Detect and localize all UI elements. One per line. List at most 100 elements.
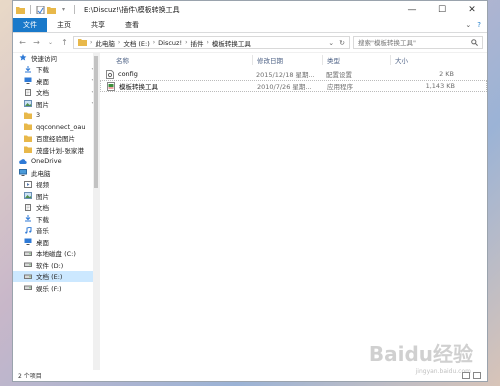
nav-item-label: 快速访问 — [31, 54, 57, 63]
nav-item[interactable]: 本地磁盘 (C:) — [13, 248, 99, 260]
nav-item[interactable]: 文档 (E:) — [13, 270, 99, 282]
column-size[interactable]: 大小 — [390, 55, 460, 65]
nav-item[interactable]: 文档✦ — [13, 87, 99, 99]
nav-item-label: 下载 — [36, 215, 49, 224]
column-name[interactable]: 名称 — [100, 55, 252, 65]
customize-toolbar-icon[interactable]: ▾ — [58, 6, 69, 13]
recent-locations-icon[interactable]: ⌄ — [45, 39, 56, 46]
new-folder-icon[interactable] — [47, 6, 56, 14]
nav-item-label: qqconnect_oau — [36, 122, 86, 131]
tab-view[interactable]: 查看 — [115, 18, 149, 32]
file-row[interactable]: config 2015/12/18 星期... 配置设置 2 KB — [100, 68, 487, 80]
scrollbar-thumb[interactable] — [94, 56, 98, 188]
file-list: 名称 修改日期 类型 大小 config 2015/12/18 星期... 配置… — [100, 52, 487, 370]
nav-item[interactable]: 桌面✦ — [13, 75, 99, 87]
nav-item[interactable]: 图片✦ — [13, 98, 99, 110]
search-icon[interactable] — [471, 39, 478, 46]
file-type: 配置设置 — [326, 71, 352, 79]
nav-item[interactable]: 快速访问 — [13, 52, 99, 64]
nav-item-label: 桌面 — [36, 77, 49, 86]
nav-item[interactable]: 视频 — [13, 179, 99, 191]
baidu-watermark: Baidu经验 — [368, 342, 473, 366]
nav-item[interactable]: 3 — [13, 110, 99, 122]
nav-item[interactable]: 软件 (D:) — [13, 259, 99, 271]
breadcrumb-current[interactable]: 模板转换工具 — [212, 38, 251, 48]
nav-item[interactable]: 下载✦ — [13, 64, 99, 76]
quick-access-toolbar: ▾ — [13, 5, 78, 14]
file-size: 1,143 KB — [425, 82, 455, 90]
address-dropdown-icon[interactable]: ⌄ — [328, 39, 334, 47]
navigation-pane: 快速访问下载✦桌面✦文档✦图片✦3 qqconnect_oau 百度经验图片茂盛计划… — [13, 52, 100, 370]
nav-item[interactable]: 桌面 — [13, 236, 99, 248]
breadcrumb-separator[interactable]: › — [185, 39, 187, 46]
nav-item[interactable]: qqconnect_oau — [13, 121, 99, 133]
nav-item-label: 文档 (E:) — [36, 273, 63, 282]
tab-home[interactable]: 主页 — [47, 18, 81, 32]
nav-item[interactable]: 百度经验图片 — [13, 133, 99, 145]
breadcrumb-separator[interactable]: › — [206, 39, 208, 46]
nav-item-label: 娱乐 (F:) — [36, 284, 62, 293]
properties-icon[interactable] — [36, 5, 45, 14]
expand-ribbon-icon[interactable]: ⌄ — [465, 21, 471, 29]
file-row[interactable]: 模板转换工具 2010/7/26 星期... 应用程序 1,143 KB — [100, 80, 487, 92]
file-name-cell: 模板转换工具 — [101, 81, 253, 91]
nav-item-label: 文档 — [36, 204, 49, 213]
breadcrumb-drive-e[interactable]: 文档 (E:) — [123, 38, 149, 48]
nav-item[interactable]: 此电脑 — [13, 167, 99, 179]
breadcrumb-separator[interactable]: › — [153, 39, 155, 46]
file-size: 2 KB — [439, 70, 454, 78]
search-input[interactable] — [358, 38, 468, 47]
nav-item-label: 本地磁盘 (C:) — [36, 250, 76, 259]
tab-share[interactable]: 共享 — [81, 18, 115, 32]
computer-icon — [19, 169, 27, 177]
nav-item-label: 3 — [36, 111, 41, 120]
nav-item-label: 音乐 — [36, 227, 49, 236]
column-type[interactable]: 类型 — [322, 55, 390, 65]
nav-item[interactable]: 娱乐 (F:) — [13, 282, 99, 294]
drive-icon — [24, 273, 32, 280]
help-icon[interactable]: ? — [477, 21, 481, 29]
nav-item-label: 此电脑 — [31, 169, 51, 178]
maximize-button[interactable]: ☐ — [427, 1, 457, 18]
baidu-watermark-url: jingyan.baidu.com — [415, 368, 471, 375]
breadcrumb-plugins[interactable]: 插件 — [190, 38, 203, 48]
folder-icon — [16, 6, 25, 14]
download-icon — [24, 215, 32, 222]
search-box[interactable] — [353, 36, 483, 49]
up-icon[interactable]: ↑ — [59, 38, 70, 47]
nav-item[interactable]: 下载 — [13, 213, 99, 225]
nav-item-label: 图片 — [36, 192, 49, 201]
column-date-modified[interactable]: 修改日期 — [252, 55, 322, 65]
nav-item-label: 下载 — [36, 66, 49, 75]
address-bar[interactable]: › 此电脑 › 文档 (E:) › Discuz! › 插件 › 模板转换工具 … — [73, 36, 350, 49]
minimize-button[interactable]: — — [397, 1, 427, 18]
address-actions: ⌄ ↻ — [328, 39, 345, 47]
back-icon[interactable]: ← — [17, 38, 28, 47]
nav-item[interactable]: 图片 — [13, 190, 99, 202]
nav-item[interactable]: 音乐 — [13, 225, 99, 237]
item-count: 2 个项目 — [18, 373, 42, 380]
breadcrumb-this-pc[interactable]: 此电脑 — [95, 38, 115, 48]
explorer-body: 快速访问下载✦桌面✦文档✦图片✦3 qqconnect_oau 百度经验图片茂盛计划… — [13, 52, 487, 370]
close-button[interactable]: ✕ — [457, 1, 487, 18]
large-icons-view-icon[interactable] — [473, 372, 481, 379]
nav-item[interactable]: 茂盛计划-张家港 — [13, 144, 99, 156]
refresh-icon[interactable]: ↻ — [339, 39, 345, 47]
cloud-icon — [19, 158, 27, 165]
breadcrumb-discuz[interactable]: Discuz! — [158, 39, 182, 47]
tab-file[interactable]: 文件 — [13, 18, 47, 32]
folder-icon — [24, 112, 32, 119]
forward-icon[interactable]: → — [31, 38, 42, 47]
video-icon — [24, 180, 32, 188]
navigation-bar: ← → ⌄ ↑ › 此电脑 › 文档 (E:) › Discuz! › 插件 ›… — [13, 33, 487, 53]
file-type: 应用程序 — [327, 83, 353, 91]
breadcrumb-separator[interactable]: › — [118, 39, 120, 46]
nav-item-label: 桌面 — [36, 238, 49, 247]
nav-scrollbar[interactable] — [93, 52, 99, 370]
nav-item[interactable]: OneDrive — [13, 156, 99, 168]
nav-item[interactable]: 文档 — [13, 202, 99, 214]
star-icon — [19, 54, 27, 61]
window-controls: — ☐ ✕ — [397, 1, 487, 18]
title-bar: ▾ E:\Discuz!\插件\模板转换工具 — ☐ ✕ — [13, 1, 487, 18]
